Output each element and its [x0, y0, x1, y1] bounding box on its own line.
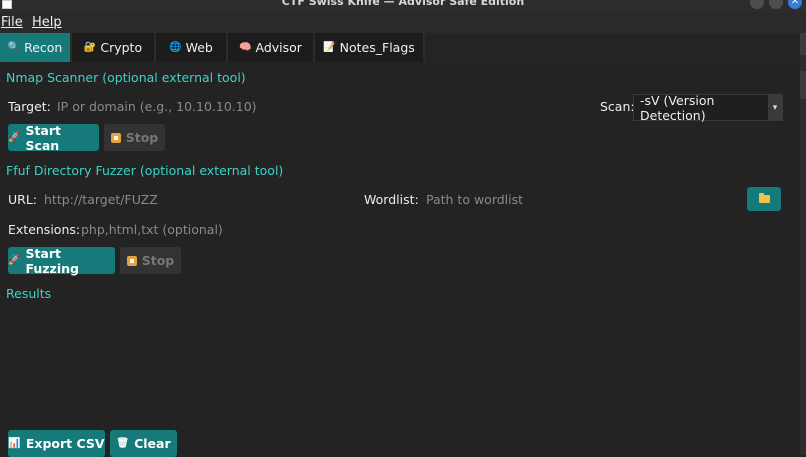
stop-fuzzing-label: Stop — [141, 253, 175, 268]
scan-label: Scan: — [600, 99, 635, 114]
tab-bar: 🔍 Recon 🔐 Crypto 🌐 Web 🧠 Advisor 📝 Notes_Flag… — [0, 33, 806, 62]
tab-web-label: Web — [185, 40, 213, 55]
tab-recon-label: Recon — [24, 40, 63, 55]
stop-icon — [126, 255, 137, 266]
scan-type-value: -sV (Version Detection) — [640, 92, 715, 123]
stop-icon — [110, 132, 121, 143]
brain-icon: 🧠 — [239, 42, 252, 53]
target-label: Target: — [8, 99, 51, 114]
title-bar: CTF Swiss Knife — Advisor Safe Edition ✕ — [0, 0, 806, 12]
browse-wordlist-button[interactable] — [747, 187, 781, 211]
rocket-icon: 🚀 — [8, 132, 21, 143]
chevron-down-icon[interactable]: ▾ — [768, 95, 782, 120]
tab-notes-flags-label: Notes_Flags — [339, 40, 415, 55]
export-csv-label: Export CSV — [25, 436, 105, 451]
magnifier-icon: 🔍 — [7, 42, 21, 53]
stop-fuzzing-button[interactable]: Stop — [120, 247, 181, 274]
vertical-scrollbar[interactable] — [800, 33, 806, 455]
menu-bar: File Help — [0, 12, 806, 33]
start-fuzzing-label: Start Fuzzing — [25, 245, 79, 276]
lock-icon: 🔐 — [83, 42, 97, 53]
trash-icon: 🗑 — [116, 438, 130, 449]
start-scan-label: Start Scan — [25, 122, 62, 153]
scrollbar-segment — [800, 71, 806, 99]
url-label: URL: — [8, 192, 38, 207]
start-scan-button[interactable]: 🚀 Start Scan — [8, 122, 99, 153]
close-icon: ✕ — [790, 0, 800, 7]
results-table[interactable] — [6, 306, 796, 424]
ffuf-heading: Ffuf Directory Fuzzer (optional external… — [6, 163, 284, 178]
clear-button[interactable]: 🗑 Clear — [110, 430, 177, 457]
url-input[interactable]: http://target/FUZZ — [44, 192, 158, 207]
memo-icon: 📝 — [323, 42, 336, 53]
tab-crypto[interactable]: 🔐 Crypto — [72, 33, 156, 62]
tab-advisor[interactable]: 🧠 Advisor — [228, 33, 315, 62]
wordlist-input[interactable]: Path to wordlist — [426, 192, 523, 207]
start-fuzzing-button[interactable]: 🚀 Start Fuzzing — [8, 245, 115, 276]
menu-help-label: Help — [32, 15, 62, 30]
scrollbar-segment — [800, 33, 806, 55]
extensions-label: Extensions: — [8, 222, 81, 237]
clear-label: Clear — [134, 436, 171, 451]
results-heading: Results — [6, 286, 52, 301]
menu-help[interactable]: Help — [32, 15, 62, 30]
export-csv-button[interactable]: 📊 Export CSV — [8, 430, 105, 457]
nmap-heading: Nmap Scanner (optional external tool) — [6, 70, 246, 85]
tab-advisor-label: Advisor — [255, 40, 302, 55]
globe-icon: 🌐 — [169, 42, 182, 53]
extensions-input[interactable]: php,html,txt (optional) — [81, 222, 223, 237]
stop-scan-button[interactable]: Stop — [104, 124, 165, 151]
wordlist-label: Wordlist: — [364, 192, 419, 207]
scan-type-select[interactable]: -sV (Version Detection) ▾ — [633, 92, 783, 123]
chart-icon: 📊 — [8, 438, 21, 449]
tab-notes-flags[interactable]: 📝 Notes_Flags — [315, 33, 425, 62]
tab-crypto-label: Crypto — [100, 40, 143, 55]
stop-scan-label: Stop — [125, 130, 159, 145]
menu-file[interactable]: File — [1, 15, 23, 30]
rocket-icon: 🚀 — [8, 255, 21, 266]
tab-recon[interactable]: 🔍 Recon — [0, 33, 72, 62]
tab-web[interactable]: 🌐 Web — [156, 33, 228, 62]
window-title: CTF Swiss Knife — Advisor Safe Edition — [281, 0, 525, 8]
folder-icon — [758, 193, 770, 203]
menu-file-label: File — [1, 15, 23, 30]
target-input[interactable]: IP or domain (e.g., 10.10.10.10) — [57, 99, 257, 114]
